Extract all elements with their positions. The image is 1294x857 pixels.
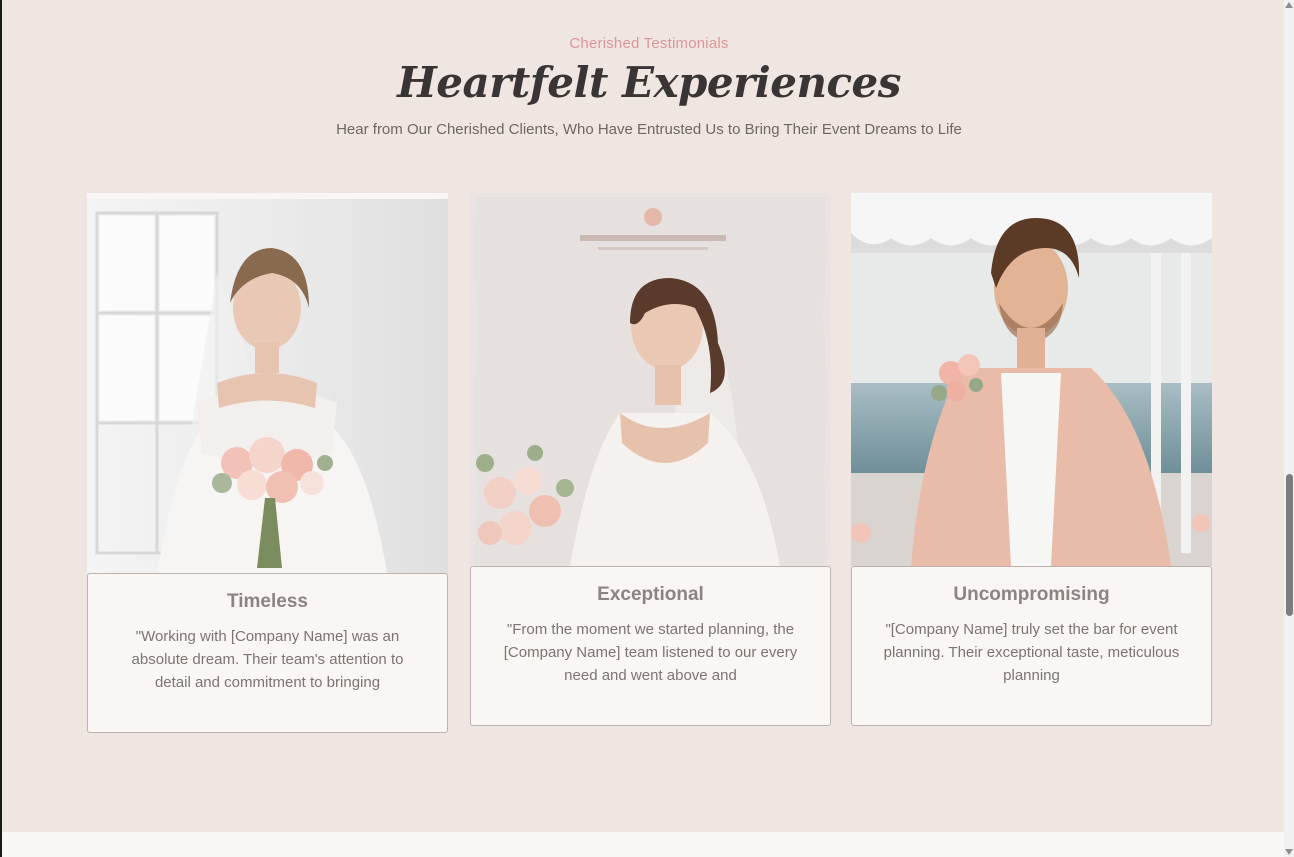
testimonial-body: Timeless "Working with [Company Name] wa… [87, 573, 448, 733]
testimonial-body: Exceptional "From the moment we started … [470, 566, 831, 726]
scroll-down-arrow-icon[interactable] [1285, 849, 1293, 855]
section-subtitle: Hear from Our Cherished Clients, Who Hav… [336, 121, 962, 138]
section-title: Heartfelt Experiences [397, 58, 901, 107]
testimonial-title: Timeless [227, 591, 308, 612]
section-eyebrow: Cherished Testimonials [569, 35, 729, 52]
scrollbar-thumb[interactable] [1286, 474, 1293, 616]
testimonial-title: Uncompromising [953, 584, 1110, 605]
vertical-scrollbar[interactable] [1284, 0, 1294, 857]
scroll-up-arrow-icon[interactable] [1285, 2, 1293, 8]
window-edge [0, 0, 2, 857]
testimonial-quote: "From the moment we started planning, th… [503, 621, 798, 684]
testimonial-body: Uncompromising "[Company Name] truly set… [851, 566, 1212, 726]
testimonials-section: Cherished Testimonials Heartfelt Experie… [2, 0, 1284, 832]
browser-viewport: Cherished Testimonials Heartfelt Experie… [0, 0, 1294, 857]
next-section-edge [2, 832, 1284, 857]
testimonial-title: Exceptional [597, 584, 704, 605]
smiling-bride-photo [470, 193, 831, 566]
page: Cherished Testimonials Heartfelt Experie… [0, 0, 1284, 857]
groom-pink-suit-photo [851, 193, 1212, 566]
testimonial-quote: "Working with [Company Name] was an abso… [131, 628, 404, 691]
testimonial-quote: "[Company Name] truly set the bar for ev… [883, 621, 1180, 684]
bride-with-bouquet-photo [87, 193, 448, 573]
